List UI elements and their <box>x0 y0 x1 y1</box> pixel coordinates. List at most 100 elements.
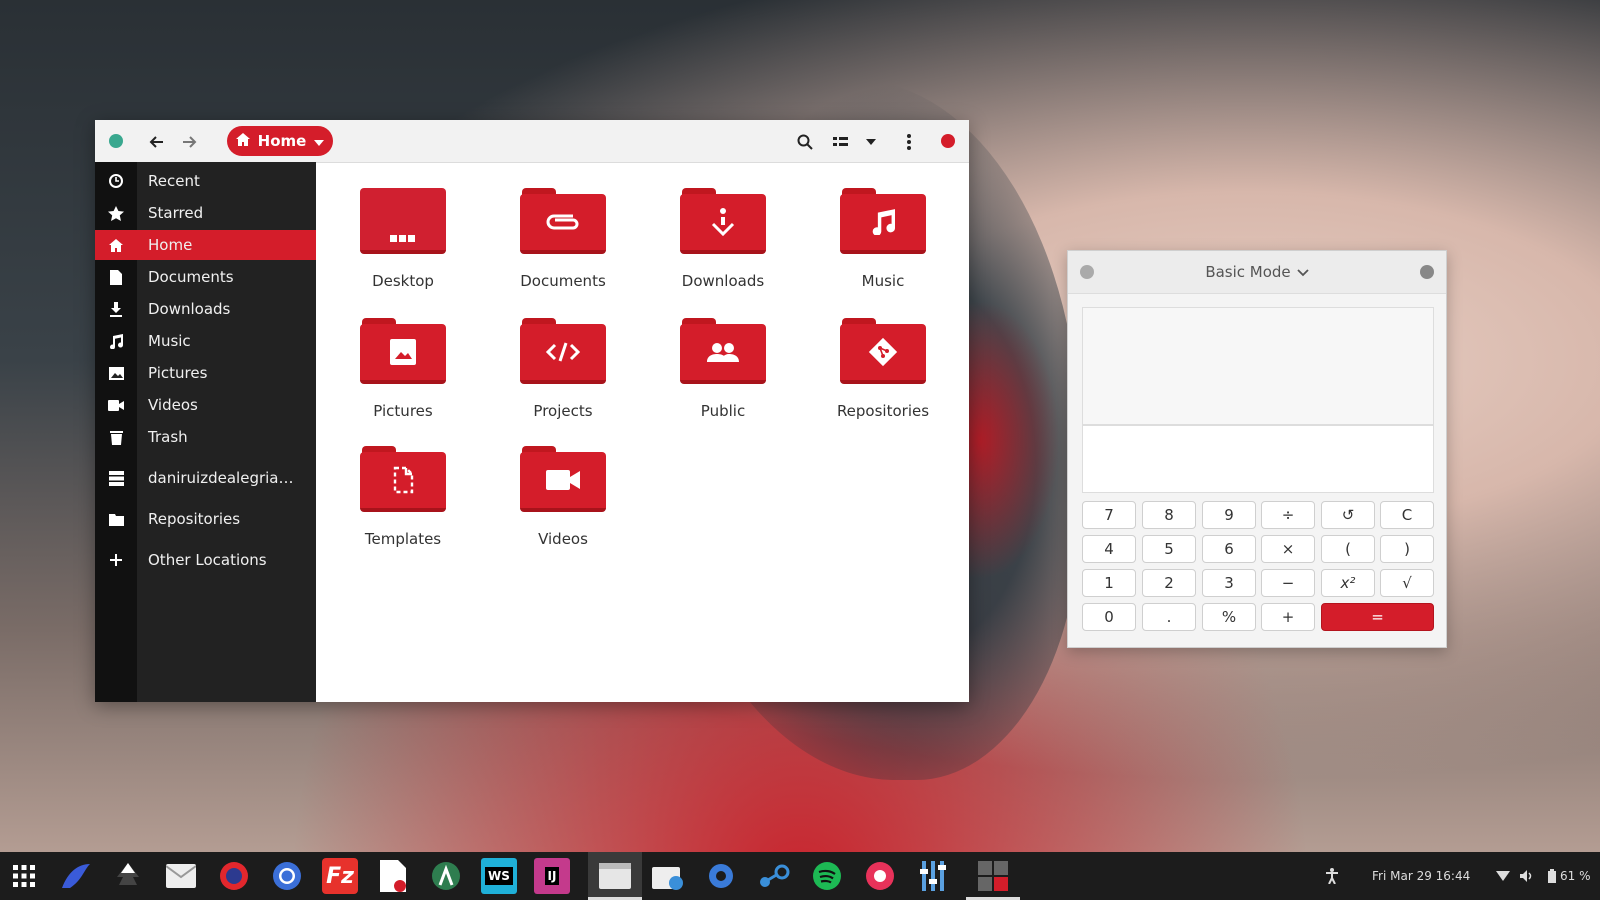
sidebar-item-documents[interactable]: Documents <box>95 262 316 292</box>
list-view-icon[interactable] <box>829 130 853 154</box>
folder-item[interactable]: Downloads <box>653 184 793 304</box>
trash-icon <box>95 430 137 445</box>
folder-label: Documents <box>520 272 606 290</box>
forward-arrow-icon[interactable] <box>177 130 201 154</box>
key-equals[interactable]: = <box>1321 603 1434 631</box>
key-square[interactable]: x² <box>1321 569 1375 597</box>
folder-item[interactable]: Desktop <box>333 184 473 304</box>
key-divide[interactable]: ÷ <box>1261 501 1315 529</box>
key-2[interactable]: 2 <box>1142 569 1196 597</box>
key-9[interactable]: 9 <box>1202 501 1256 529</box>
software-center-icon[interactable] <box>650 858 686 894</box>
folder-label: Desktop <box>372 272 434 290</box>
sidebar-item-label: Recent <box>148 172 200 190</box>
folder-item[interactable]: Repositories <box>813 314 953 434</box>
key-percent[interactable]: % <box>1202 603 1256 631</box>
sidebar-item-pictures[interactable]: Pictures <box>95 358 316 388</box>
accessibility-icon[interactable] <box>1325 852 1339 900</box>
chevron-down-icon <box>1297 263 1309 281</box>
key-add[interactable]: + <box>1261 603 1315 631</box>
minimize-button[interactable] <box>109 134 123 148</box>
mail-icon[interactable] <box>163 858 199 894</box>
key-5[interactable]: 5 <box>1142 535 1196 563</box>
menu-kebab-icon[interactable] <box>897 130 921 154</box>
sidebar-item-network-server[interactable]: daniruizdealegria@... <box>95 463 316 493</box>
files-icon[interactable] <box>597 858 633 894</box>
firefox-icon[interactable] <box>216 858 252 894</box>
battery-indicator[interactable]: 61 % <box>1548 852 1591 900</box>
input-display[interactable] <box>1082 425 1434 493</box>
picture-icon <box>95 366 137 380</box>
app-grid-icon[interactable] <box>6 858 42 894</box>
key-0[interactable]: 0 <box>1082 603 1136 631</box>
folder-item[interactable]: Music <box>813 184 953 304</box>
files-headerbar: Home <box>95 120 969 163</box>
key-clear[interactable]: C <box>1380 501 1434 529</box>
key-6[interactable]: 6 <box>1202 535 1256 563</box>
close-button[interactable] <box>941 134 955 148</box>
downloads-folder-icon <box>680 188 766 254</box>
sidebar-item-repositories[interactable]: Repositories <box>95 504 316 534</box>
clock[interactable]: Fri Mar 29 16:44 <box>1372 852 1470 900</box>
desktop-folder-icon <box>360 188 446 254</box>
key-sqrt[interactable]: √ <box>1380 569 1434 597</box>
key-1[interactable]: 1 <box>1082 569 1136 597</box>
calculator-window: Basic Mode 7 8 9 ÷ ↺ C 4 5 6 × ( ) 1 2 3… <box>1067 250 1447 648</box>
sidebar-item-label: Downloads <box>148 300 231 318</box>
sidebar-item-videos[interactable]: Videos <box>95 390 316 420</box>
key-4[interactable]: 4 <box>1082 535 1136 563</box>
key-multiply[interactable]: × <box>1261 535 1315 563</box>
folder-item[interactable]: Videos <box>493 442 633 562</box>
calculator-icon[interactable] <box>975 858 1011 894</box>
sidebar-item-recent[interactable]: Recent <box>95 166 316 196</box>
key-close-paren[interactable]: ) <box>1380 535 1434 563</box>
calculator-headerbar: Basic Mode <box>1068 251 1446 294</box>
key-8[interactable]: 8 <box>1142 501 1196 529</box>
folder-item[interactable]: Templates <box>333 442 473 562</box>
android-studio-icon[interactable] <box>428 858 464 894</box>
folder-item[interactable]: Public <box>653 314 793 434</box>
view-options-chevron-icon[interactable] <box>859 130 883 154</box>
intellij-icon[interactable]: IJ <box>534 858 570 894</box>
folder-item[interactable]: Documents <box>493 184 633 304</box>
network-icon[interactable] <box>1496 852 1510 900</box>
sidebar-item-music[interactable]: Music <box>95 326 316 356</box>
sidebar-item-downloads[interactable]: Downloads <box>95 294 316 324</box>
key-decimal[interactable]: . <box>1142 603 1196 631</box>
volume-icon[interactable] <box>1520 852 1534 900</box>
sidebar-item-label: Videos <box>148 396 198 414</box>
sidebar-item-trash[interactable]: Trash <box>95 422 316 452</box>
repositories-folder-icon <box>840 318 926 384</box>
mixer-icon[interactable] <box>915 858 951 894</box>
key-7[interactable]: 7 <box>1082 501 1136 529</box>
key-open-paren[interactable]: ( <box>1321 535 1375 563</box>
music-folder-icon <box>840 188 926 254</box>
path-home-button[interactable]: Home <box>227 126 333 156</box>
sidebar-item-other-locations[interactable]: Other Locations <box>95 545 316 575</box>
documents-folder-icon <box>520 188 606 254</box>
folder-item[interactable]: Projects <box>493 314 633 434</box>
key-subtract[interactable]: − <box>1261 569 1315 597</box>
spotify-icon[interactable] <box>809 858 845 894</box>
inkscape-icon[interactable] <box>110 858 146 894</box>
settings-icon[interactable] <box>703 858 739 894</box>
webstorm-icon[interactable]: WS <box>481 858 517 894</box>
back-arrow-icon[interactable] <box>145 130 169 154</box>
chromium-icon[interactable] <box>269 858 305 894</box>
sidebar-item-starred[interactable]: Starred <box>95 198 316 228</box>
clock-icon <box>95 174 137 188</box>
text-editor-icon[interactable] <box>375 858 411 894</box>
steam-icon[interactable] <box>756 858 792 894</box>
undo-icon[interactable]: ↺ <box>1321 501 1375 529</box>
kde-connect-icon[interactable] <box>58 858 94 894</box>
sidebar-item-label: Repositories <box>148 510 241 528</box>
sidebar-item-home[interactable]: Home <box>95 230 316 260</box>
filezilla-icon[interactable]: Fz <box>322 858 358 894</box>
key-3[interactable]: 3 <box>1202 569 1256 597</box>
search-icon[interactable] <box>793 130 817 154</box>
sidebar-item-label: daniruizdealegria@... <box>148 469 298 487</box>
folder-item[interactable]: Pictures <box>333 314 473 434</box>
mode-selector[interactable]: Basic Mode <box>1068 251 1446 293</box>
close-button[interactable] <box>1420 265 1434 279</box>
fragments-icon[interactable] <box>862 858 898 894</box>
